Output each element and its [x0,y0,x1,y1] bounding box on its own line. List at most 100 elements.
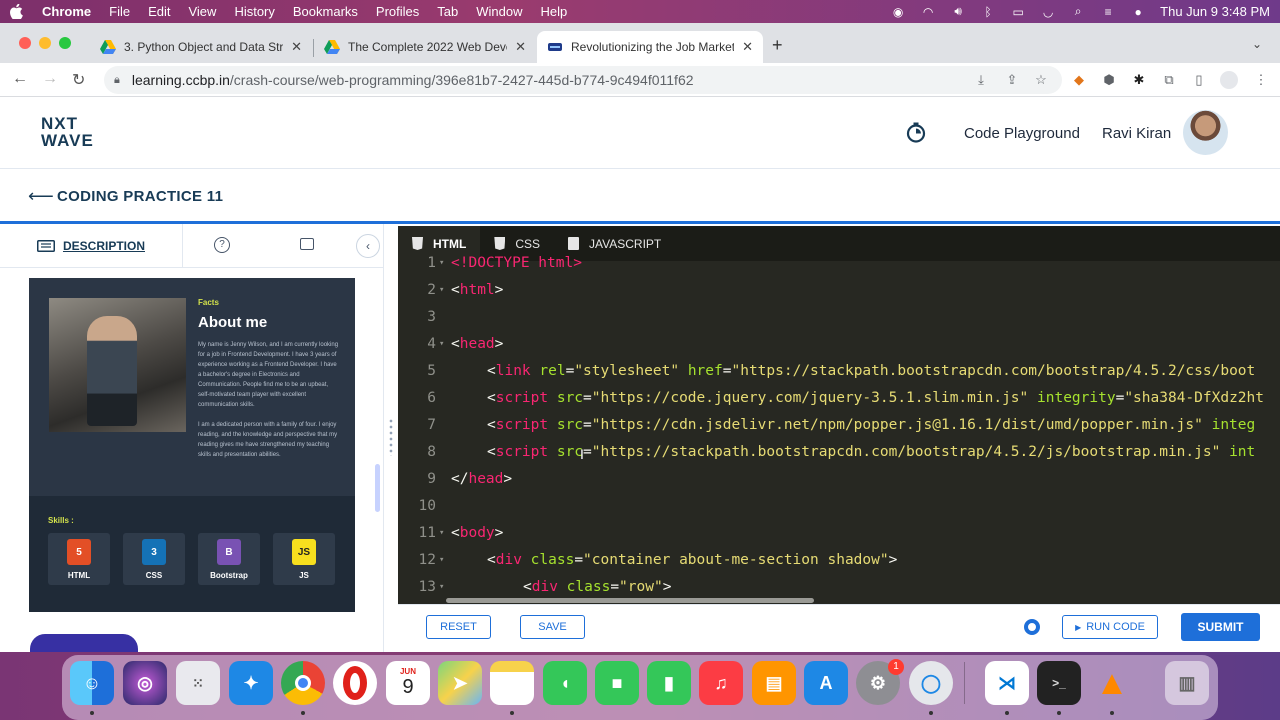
launchpad-icon[interactable]: ⁙ [176,661,220,705]
opera-icon[interactable] [333,661,377,705]
menu-tab[interactable]: Tab [437,4,458,19]
minimize-window-button[interactable] [39,37,51,49]
save-button[interactable]: SAVE [520,615,585,639]
code-line[interactable]: 3 [398,304,1280,331]
code-line[interactable]: 8 <script src="https://stackpath.bootstra… [398,439,1280,466]
music-icon[interactable]: ♫ [699,661,743,705]
browser-tab-job-market[interactable]: Revolutionizing the Job Market ✕ [537,31,763,63]
fold-arrow-icon[interactable]: ▾ [439,277,444,304]
chat-icon[interactable] [300,238,314,250]
trash-icon[interactable]: ▥ [1165,661,1209,705]
vscode-icon[interactable]: ⋊ [985,661,1029,705]
forward-icon[interactable]: → [42,70,58,88]
metamask-extension-icon[interactable]: ◆ [1070,71,1088,89]
facetime-icon[interactable]: ■ [595,661,639,705]
menu-help[interactable]: Help [541,4,568,19]
fold-arrow-icon[interactable]: ▾ [439,520,444,547]
menu-history[interactable]: History [234,4,274,19]
books-icon[interactable]: ▤ [752,661,796,705]
battery-icon[interactable]: ▭ [1010,5,1026,19]
url-field[interactable]: 🔒︎ learning.ccbp.in/crash-course/web-pro… [104,66,1062,94]
close-window-button[interactable] [19,37,31,49]
code-line[interactable]: 9 </head> [398,466,1280,493]
code-line[interactable]: 4 ▾ <head> [398,331,1280,358]
profile-avatar-icon[interactable] [1220,71,1238,89]
code-line[interactable]: 5 <link rel="stylesheet" href="https://st… [398,358,1280,385]
fold-arrow-icon[interactable]: ▾ [439,331,444,358]
menu-app-name[interactable]: Chrome [42,4,91,19]
panel-scrollbar[interactable] [375,464,380,512]
maximize-window-button[interactable] [59,37,71,49]
stopwatch-icon[interactable] [905,121,927,143]
record-icon[interactable]: ◉ [890,5,906,19]
safari-icon[interactable]: ✦ [229,661,273,705]
code-line[interactable]: 6 <script src="https://code.jquery.com/jq… [398,385,1280,412]
back-arrow-icon[interactable]: ⟵ [28,186,54,207]
floating-button[interactable] [30,634,138,652]
code-line[interactable]: 11 ▾ <body> [398,520,1280,547]
code-area[interactable]: 1 ▾ <!DOCTYPE html> 2 ▾ <html> 3 4 ▾ <head> 5 <link… [398,255,1280,604]
extension-icon[interactable]: ✱ [1130,71,1148,89]
install-app-icon[interactable]: ⤓ [972,71,990,89]
fold-arrow-icon[interactable]: ▾ [439,250,444,277]
reload-icon[interactable]: ↻ [72,70,85,90]
menu-edit[interactable]: Edit [148,4,170,19]
siri-icon[interactable]: ● [1130,5,1146,19]
browser-tab-web-dev[interactable]: The Complete 2022 Web Devel ✕ [314,31,536,63]
numbers-icon[interactable]: ▮ [647,661,691,705]
run-code-button[interactable]: ▶ RUN CODE [1062,615,1158,639]
share-icon[interactable]: ⇪ [1003,71,1021,89]
app-store-icon[interactable]: A [804,661,848,705]
close-tab-icon[interactable]: ✕ [291,39,302,55]
menu-file[interactable]: File [109,4,130,19]
code-line[interactable]: 7 <script src="https://cdn.jsdelivr.net/n… [398,412,1280,439]
maps-icon[interactable]: ➤ [438,661,482,705]
bluetooth-icon[interactable]: ᛒ [980,5,996,19]
menu-clock[interactable]: Thu Jun 9 3:48 PM [1160,4,1270,19]
avatar[interactable] [1183,110,1228,155]
browser-tab-python[interactable]: 3. Python Object and Data Stru ✕ [90,31,312,63]
menu-window[interactable]: Window [476,4,522,19]
calendar-icon[interactable]: JUN 9 [386,661,430,705]
code-line[interactable]: 10 [398,493,1280,520]
wifi-icon[interactable]: ◡ [1040,5,1056,19]
chrome-icon[interactable] [281,661,325,705]
back-icon[interactable]: ← [12,70,28,88]
headphones-icon[interactable]: ◠ [920,5,936,19]
search-icon[interactable]: ⌕ [1070,4,1086,19]
code-line[interactable]: 13 ▾ <div class="row"> [398,574,1280,601]
menu-profiles[interactable]: Profiles [376,4,419,19]
code-editor[interactable]: HTML CSS JAVASCRIPT 1 ▾ <!DOCTYPE html> 2 ▾ <… [398,226,1280,604]
siri-icon[interactable]: ◎ [123,661,167,705]
code-line[interactable]: 1 ▾ <!DOCTYPE html> [398,250,1280,277]
apple-icon[interactable] [10,4,24,20]
collapse-panel-button[interactable]: ‹ [356,234,380,258]
quicktime-icon[interactable]: ◯ [909,661,953,705]
adblock-extension-icon[interactable]: ⬢ [1100,71,1118,89]
tab-search-chevron-icon[interactable]: ⌄ [1252,37,1262,51]
close-tab-icon[interactable]: ✕ [515,39,526,55]
nxtwave-logo[interactable]: NXT WAVE [41,115,94,149]
menu-view[interactable]: View [188,4,216,19]
lock-icon[interactable]: 🔒︎ [114,74,120,87]
new-tab-icon[interactable]: + [772,35,783,56]
close-tab-icon[interactable]: ✕ [742,39,753,55]
fold-arrow-icon[interactable]: ▾ [439,574,444,601]
settings-gear-icon[interactable] [1024,619,1040,635]
fold-arrow-icon[interactable]: ▾ [439,547,444,574]
menu-bookmarks[interactable]: Bookmarks [293,4,358,19]
code-playground-link[interactable]: Code Playground [964,125,1080,142]
chrome-menu-icon[interactable]: ⋮ [1252,71,1270,89]
notes-icon[interactable] [490,661,534,705]
user-name[interactable]: Ravi Kiran [1102,125,1171,142]
messages-icon[interactable]: ◖ [543,661,587,705]
help-icon[interactable]: ? [214,237,230,253]
bookmark-star-icon[interactable]: ☆ [1032,71,1050,89]
drag-handle-icon[interactable] [389,418,393,456]
code-line[interactable]: 2 ▾ <html> [398,277,1280,304]
puzzle-extensions-icon[interactable]: ⧉ [1160,71,1178,89]
reset-button[interactable]: RESET [426,615,491,639]
control-center-icon[interactable]: ≡ [1100,5,1116,19]
volume-icon[interactable]: 🔊︎ [950,4,966,19]
code-line[interactable]: 12 ▾ <div class="container about-me-sectio… [398,547,1280,574]
